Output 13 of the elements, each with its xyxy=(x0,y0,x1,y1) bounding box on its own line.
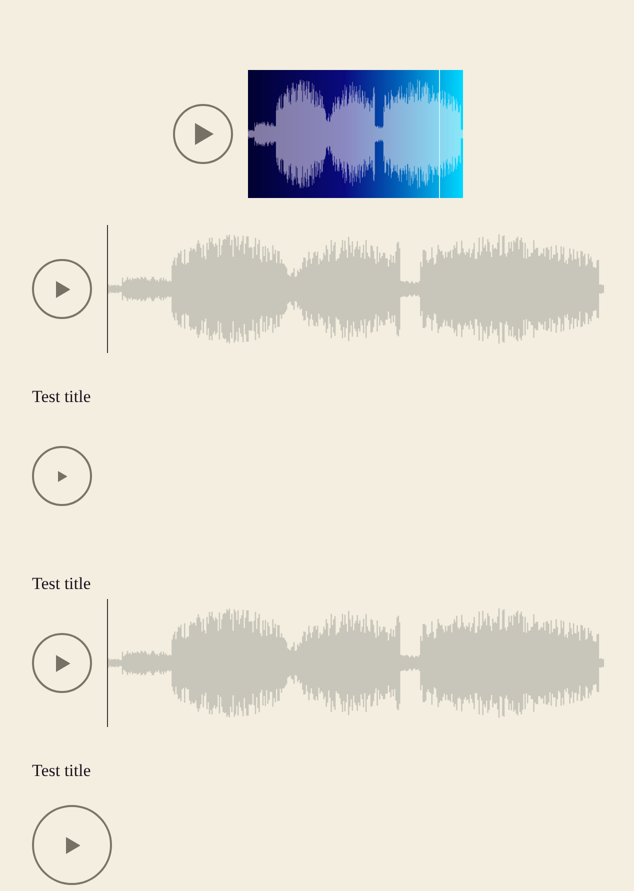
track-title: Test title xyxy=(32,387,92,407)
play-button[interactable] xyxy=(32,805,112,885)
play-icon xyxy=(195,123,214,145)
play-button[interactable] xyxy=(32,633,92,693)
track-title: Test title xyxy=(32,761,92,781)
play-icon xyxy=(58,470,68,482)
play-button[interactable] xyxy=(32,259,92,319)
track-title: Test title xyxy=(32,574,92,594)
play-icon xyxy=(56,280,70,298)
play-icon xyxy=(66,836,80,854)
play-button[interactable] xyxy=(173,104,233,164)
play-button[interactable] xyxy=(32,446,92,506)
play-icon xyxy=(56,654,70,672)
